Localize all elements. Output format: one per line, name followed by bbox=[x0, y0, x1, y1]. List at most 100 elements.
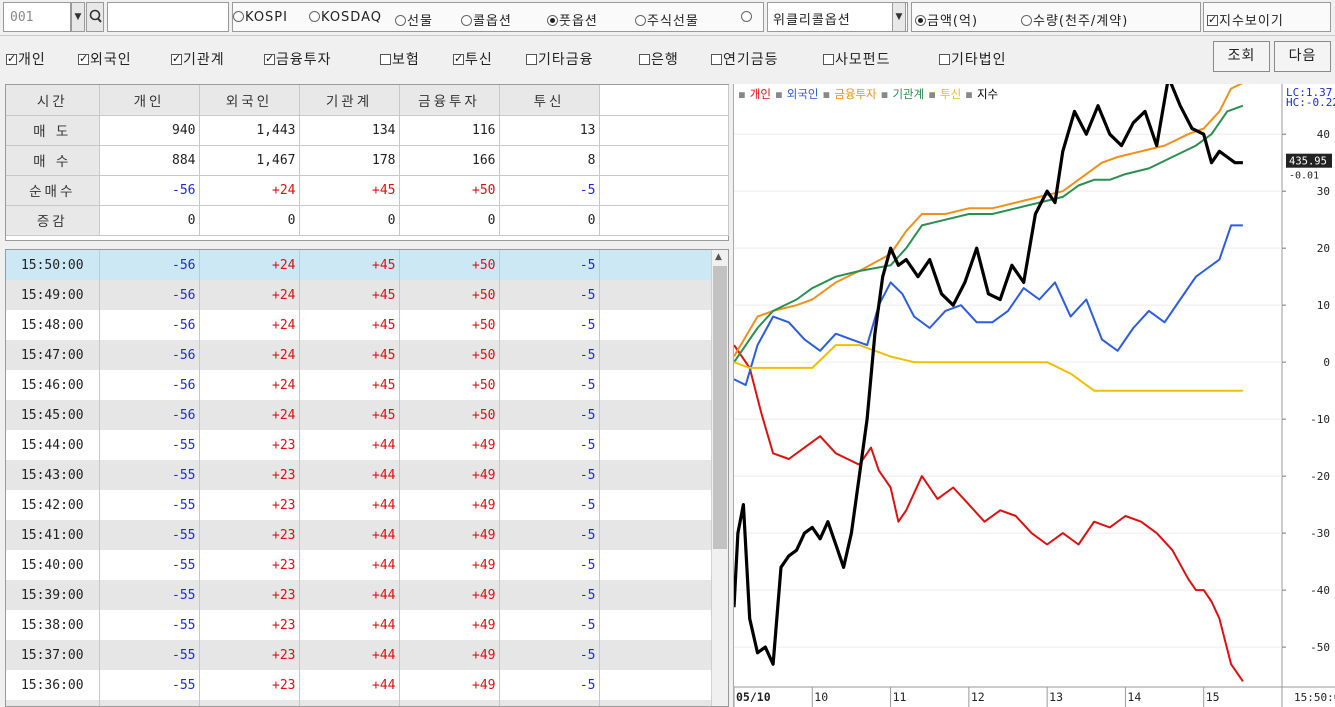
table-row[interactable]: 15:36:00 -55 +23 +44 +49 -5 bbox=[6, 670, 713, 700]
value-cell: +24 bbox=[199, 310, 300, 340]
filter-checkbox-8[interactable]: 연기금등 bbox=[711, 49, 779, 69]
filter-checkbox-2[interactable]: 기관계 bbox=[171, 49, 225, 69]
value-cell: +49 bbox=[399, 550, 500, 580]
table-row[interactable]: 15:49:00 -56 +24 +45 +50 -5 bbox=[6, 280, 713, 310]
summary-cell: 0 bbox=[499, 205, 600, 236]
time-cell: 15:46:00 bbox=[6, 370, 100, 400]
x-tick-label: 15 bbox=[1206, 690, 1220, 704]
x-end-label: 15:50:0 bbox=[1294, 691, 1335, 704]
radio-icon bbox=[915, 15, 926, 26]
value-cell: +44 bbox=[299, 490, 400, 520]
value-cell: +49 bbox=[399, 520, 500, 550]
value-cell: -55 bbox=[99, 580, 200, 610]
filter-checkbox-7[interactable]: 은행 bbox=[639, 49, 679, 69]
value-cell: -5 bbox=[499, 580, 600, 610]
market-radio-4[interactable]: 풋옵션 bbox=[547, 10, 598, 29]
search-button[interactable] bbox=[86, 2, 104, 32]
value-cell: -5 bbox=[499, 640, 600, 670]
filter-checkbox-5[interactable]: 투신 bbox=[453, 49, 493, 69]
table-row[interactable]: 15:39:00 -55 +23 +44 +49 -5 bbox=[6, 580, 713, 610]
value-cell: +23 bbox=[199, 700, 300, 706]
table-row[interactable]: 15:48:00 -56 +24 +45 +50 -5 bbox=[6, 310, 713, 340]
filter-label: 연기금등 bbox=[723, 52, 779, 68]
value-cell: +24 bbox=[199, 370, 300, 400]
checkbox-icon bbox=[939, 54, 950, 65]
table-row[interactable]: 15:45:00 -56 +24 +45 +50 -5 bbox=[6, 400, 713, 430]
value-cell: -5 bbox=[499, 700, 600, 706]
empty-cell bbox=[599, 85, 729, 116]
market-radio-6[interactable] bbox=[741, 10, 753, 25]
market-radio-1[interactable]: KOSDAQ bbox=[309, 10, 382, 25]
table-row[interactable]: 15:44:00 -55 +23 +44 +49 -5 bbox=[6, 430, 713, 460]
table-row[interactable]: 15:46:00 -56 +24 +45 +50 -5 bbox=[6, 370, 713, 400]
market-radio-label: KOSPI bbox=[245, 10, 288, 25]
scrollbar-thumb[interactable] bbox=[713, 266, 727, 549]
vertical-scrollbar[interactable]: ▲ bbox=[711, 250, 728, 706]
next-button[interactable]: 다음 bbox=[1274, 41, 1331, 72]
table-row[interactable]: 15:38:00 -55 +23 +44 +49 -5 bbox=[6, 610, 713, 640]
query-button[interactable]: 조회 bbox=[1213, 41, 1270, 72]
investor-trend-chart: ▪ 개인 ▪ 외국인 ▪ 금융투자 ▪ 기관계 ▪ 투신 ▪ 지수 40 30 20 10 0 -10 -20 -3… bbox=[733, 84, 1335, 707]
value-cell: +44 bbox=[299, 610, 400, 640]
filter-checkbox-3[interactable]: 금융투자 bbox=[264, 49, 332, 69]
radio-icon bbox=[395, 15, 406, 26]
market-radio-3[interactable]: 콜옵션 bbox=[461, 10, 512, 29]
y-tick-label: -40 bbox=[1310, 584, 1330, 597]
summary-cell: +24 bbox=[199, 175, 300, 206]
filter-checkbox-4[interactable]: 보험 bbox=[380, 49, 420, 69]
market-radio-2[interactable]: 선물 bbox=[395, 10, 433, 29]
row-label: 증감 bbox=[6, 205, 100, 236]
filter-checkbox-1[interactable]: 외국인 bbox=[78, 49, 132, 69]
show-index-checkbox[interactable]: 지수보이기 bbox=[1207, 10, 1284, 29]
value-cell: +45 bbox=[299, 310, 400, 340]
empty-cell bbox=[599, 580, 713, 610]
table-row[interactable]: 15:40:00 -55 +23 +44 +49 -5 bbox=[6, 550, 713, 580]
table-row[interactable]: 15:37:00 -55 +23 +44 +49 -5 bbox=[6, 640, 713, 670]
value-cell: +44 bbox=[299, 670, 400, 700]
radio-icon bbox=[309, 11, 320, 22]
table-row[interactable]: 15:50:00 -56 +24 +45 +50 -5 bbox=[6, 250, 713, 280]
name-input[interactable] bbox=[107, 2, 229, 32]
scroll-up-icon[interactable]: ▲ bbox=[715, 252, 722, 262]
value-cell: -56 bbox=[99, 370, 200, 400]
code-input[interactable]: 001 bbox=[3, 2, 71, 32]
unit-radio-0[interactable]: 금액(억) bbox=[915, 10, 978, 29]
value-cell: +23 bbox=[199, 460, 300, 490]
value-cell: +50 bbox=[399, 370, 500, 400]
show-index-group: 지수보이기 bbox=[1203, 2, 1331, 32]
table-row[interactable]: 15:42:00 -55 +23 +44 +49 -5 bbox=[6, 490, 713, 520]
checkbox-icon bbox=[823, 54, 834, 65]
empty-cell bbox=[599, 145, 729, 176]
option-dropdown-button[interactable]: ▼ bbox=[892, 2, 906, 32]
market-radio-0[interactable]: KOSPI bbox=[233, 10, 288, 25]
filter-checkbox-10[interactable]: 기타법인 bbox=[939, 49, 1007, 69]
filter-checkbox-9[interactable]: 사모펀드 bbox=[823, 49, 891, 69]
value-cell: +44 bbox=[299, 430, 400, 460]
table-row[interactable]: 15:47:00 -56 +24 +45 +50 -5 bbox=[6, 340, 713, 370]
summary-row: 순매수 -56 +24 +45 +50 -5 bbox=[6, 175, 729, 206]
market-radio-5[interactable]: 주식선물 bbox=[635, 10, 699, 29]
value-cell: -55 bbox=[99, 520, 200, 550]
value-cell: -5 bbox=[499, 250, 600, 280]
y-tick-label: -20 bbox=[1310, 470, 1330, 483]
time-cell: 15:40:00 bbox=[6, 550, 100, 580]
option-select[interactable]: 위클리콜옵션 bbox=[767, 2, 908, 32]
chart-canvas[interactable]: 40 30 20 10 0 -10 -20 -30 -40 -50 05/10 10 11 12 13 14 1… bbox=[734, 84, 1335, 707]
summary-cell: 1,443 bbox=[199, 115, 300, 146]
table-row[interactable]: 15:41:00 -55 +23 +44 +49 -5 bbox=[6, 520, 713, 550]
filter-label: 기타금융 bbox=[538, 52, 594, 68]
value-cell: +49 bbox=[399, 610, 500, 640]
table-row[interactable]: 15:35:00-55+23+44+49-5 bbox=[6, 700, 713, 706]
unit-radio-1[interactable]: 수량(천주/계약) bbox=[1021, 10, 1128, 29]
value-cell: +45 bbox=[299, 370, 400, 400]
value-cell: +44 bbox=[299, 460, 400, 490]
chevron-down-icon: ▼ bbox=[895, 12, 903, 22]
value-cell: +45 bbox=[299, 400, 400, 430]
filter-checkbox-6[interactable]: 기타금융 bbox=[526, 49, 594, 69]
code-dropdown-button[interactable]: ▼ bbox=[71, 2, 85, 32]
empty-cell bbox=[599, 640, 713, 670]
summary-cell: 166 bbox=[399, 145, 500, 176]
table-row[interactable]: 15:43:00 -55 +23 +44 +49 -5 bbox=[6, 460, 713, 490]
filter-checkbox-0[interactable]: 개인 bbox=[6, 49, 46, 69]
y-tick-label: -50 bbox=[1310, 641, 1330, 654]
